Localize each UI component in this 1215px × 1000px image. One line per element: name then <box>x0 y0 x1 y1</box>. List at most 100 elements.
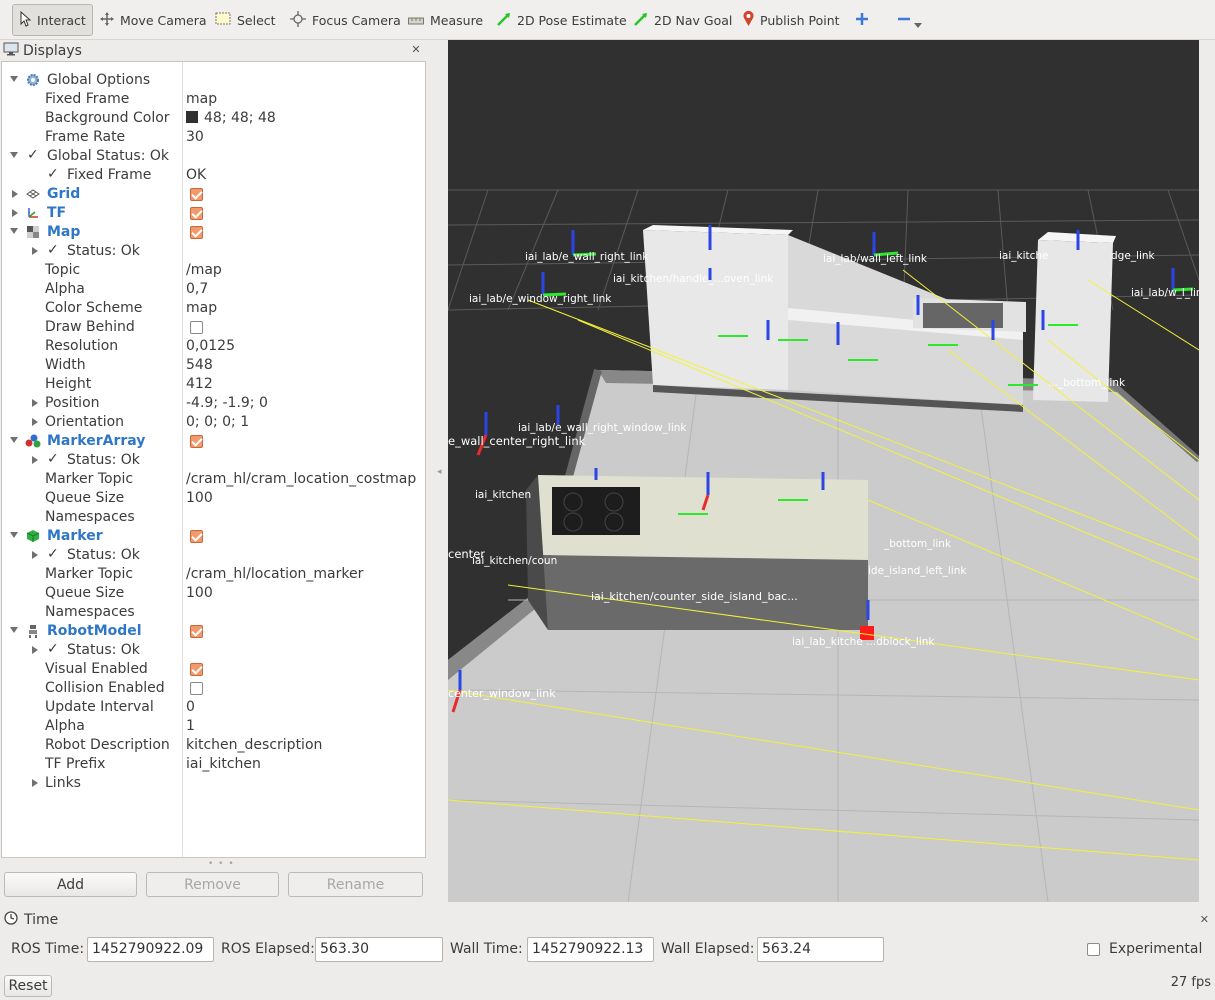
tree-value[interactable]: 48; 48; 48 <box>186 110 276 126</box>
tree-value[interactable]: kitchen_description <box>186 737 322 753</box>
tree-value[interactable]: iai_kitchen <box>186 756 261 772</box>
tree-row-marker[interactable]: Marker <box>2 527 425 546</box>
close-icon[interactable]: ✕ <box>1200 913 1209 926</box>
tree-row-orientation[interactable]: Orientation 0; 0; 0; 1 <box>2 413 425 432</box>
tree-row-links[interactable]: Links <box>2 774 425 793</box>
expand-arrow-icon[interactable] <box>32 456 38 464</box>
expand-arrow-icon[interactable] <box>12 190 18 198</box>
expand-arrow-icon[interactable] <box>10 152 18 158</box>
tree-value[interactable]: /cram_hl/location_marker <box>186 566 363 582</box>
ros-elapsed-field[interactable]: 563.30 <box>315 937 443 962</box>
tree-row-robot-description[interactable]: Robot Description kitchen_description <box>2 736 425 755</box>
tree-value[interactable]: 30 <box>186 129 204 145</box>
tree-row-map[interactable]: Map <box>2 223 425 242</box>
expand-arrow-icon[interactable] <box>32 247 38 255</box>
expand-arrow-icon[interactable] <box>10 532 18 538</box>
expand-arrow-icon[interactable] <box>10 437 18 443</box>
tree-row-background-color[interactable]: Background Color 48; 48; 48 <box>2 109 425 128</box>
tree-row-frame-rate[interactable]: Frame Rate 30 <box>2 128 425 147</box>
tree-row-map-status[interactable]: ✓ Status: Ok <box>2 242 425 261</box>
wall-elapsed-field[interactable]: 563.24 <box>757 937 884 962</box>
tree-value[interactable]: 0,7 <box>186 281 208 297</box>
grid-checkbox[interactable] <box>190 188 203 201</box>
tree-row-height[interactable]: Height 412 <box>2 375 425 394</box>
tree-row-alpha[interactable]: Alpha 0,7 <box>2 280 425 299</box>
expand-arrow-icon[interactable] <box>32 779 38 787</box>
tree-value[interactable]: map <box>186 300 217 316</box>
expand-arrow-icon[interactable] <box>12 209 18 217</box>
remove-tool-menu[interactable] <box>898 6 922 34</box>
expand-arrow-icon[interactable] <box>32 551 38 559</box>
expand-arrow-icon[interactable] <box>10 627 18 633</box>
tree-value[interactable]: 0 <box>186 699 195 715</box>
panel-collapse-handle[interactable]: ◂ <box>437 467 442 477</box>
tree-value[interactable]: 100 <box>186 490 213 506</box>
expand-arrow-icon[interactable] <box>10 228 18 234</box>
reset-button[interactable]: Reset <box>4 975 52 997</box>
tree-row-global-options[interactable]: Global Options <box>2 71 425 90</box>
tree-row-global-status[interactable]: ✓ Global Status: Ok <box>2 147 425 166</box>
expand-arrow-icon[interactable] <box>10 76 18 82</box>
ros-time-field[interactable]: 1452790922.09 <box>87 937 214 962</box>
tree-row-position[interactable]: Position -4.9; -1.9; 0 <box>2 394 425 413</box>
close-icon[interactable]: ✕ <box>410 44 422 56</box>
tree-row-robotmodel-status[interactable]: ✓ Status: Ok <box>2 641 425 660</box>
tree-row-queue-size[interactable]: Queue Size 100 <box>2 489 425 508</box>
draw-behind-checkbox[interactable] <box>190 321 203 334</box>
robotmodel-checkbox[interactable] <box>190 625 203 638</box>
rename-button[interactable]: Rename <box>288 872 423 897</box>
collision-enabled-checkbox[interactable] <box>190 682 203 695</box>
visual-enabled-checkbox[interactable] <box>190 663 203 676</box>
publish-point-tool[interactable]: Publish Point <box>743 6 840 34</box>
interact-tool[interactable]: Interact <box>12 4 93 36</box>
tf-checkbox[interactable] <box>190 207 203 220</box>
tree-row-markerarray[interactable]: MarkerArray <box>2 432 425 451</box>
tree-row-marker-topic[interactable]: Marker Topic /cram_hl/cram_location_cost… <box>2 470 425 489</box>
pose-estimate-tool[interactable]: 2D Pose Estimate <box>497 6 627 34</box>
tree-row-fixed-frame-status[interactable]: ✓ Fixed Frame OK <box>2 166 425 185</box>
markerarray-checkbox[interactable] <box>190 435 203 448</box>
remove-button[interactable]: Remove <box>146 872 279 897</box>
render-viewport[interactable]: iai_lab/e_wall_right_link iai_lab/wall_l… <box>448 40 1199 902</box>
splitter-handle[interactable]: • • • <box>208 859 235 869</box>
tree-row-tf[interactable]: TF <box>2 204 425 223</box>
tree-row-topic[interactable]: Topic /map <box>2 261 425 280</box>
tree-row-color-scheme[interactable]: Color Scheme map <box>2 299 425 318</box>
tree-row-namespaces[interactable]: Namespaces <box>2 508 425 527</box>
tree-row-width[interactable]: Width 548 <box>2 356 425 375</box>
expand-arrow-icon[interactable] <box>32 399 38 407</box>
tree-row-alpha-2[interactable]: Alpha 1 <box>2 717 425 736</box>
tree-row-queue-size-2[interactable]: Queue Size 100 <box>2 584 425 603</box>
tree-value[interactable]: /map <box>186 262 222 278</box>
tree-value[interactable]: 100 <box>186 585 213 601</box>
tree-row-tf-prefix[interactable]: TF Prefix iai_kitchen <box>2 755 425 774</box>
marker-checkbox[interactable] <box>190 530 203 543</box>
add-button[interactable]: Add <box>4 872 137 897</box>
tree-row-robotmodel[interactable]: RobotModel <box>2 622 425 641</box>
tree-row-visual-enabled[interactable]: Visual Enabled <box>2 660 425 679</box>
move-camera-tool[interactable]: Move Camera <box>100 6 207 34</box>
select-tool[interactable]: Select <box>215 6 276 34</box>
experimental-checkbox[interactable] <box>1087 943 1100 956</box>
tree-row-resolution[interactable]: Resolution 0,0125 <box>2 337 425 356</box>
focus-camera-tool[interactable]: Focus Camera <box>290 6 401 34</box>
add-tool-button[interactable] <box>856 6 868 34</box>
tree-row-update-interval[interactable]: Update Interval 0 <box>2 698 425 717</box>
tree-row-marker-status[interactable]: ✓ Status: Ok <box>2 546 425 565</box>
expand-arrow-icon[interactable] <box>32 418 38 426</box>
expand-arrow-icon[interactable] <box>32 646 38 654</box>
map-checkbox[interactable] <box>190 226 203 239</box>
tree-row-draw-behind[interactable]: Draw Behind <box>2 318 425 337</box>
tree-value[interactable]: 1 <box>186 718 195 734</box>
tree-row-markerarray-status[interactable]: ✓ Status: Ok <box>2 451 425 470</box>
tree-row-grid[interactable]: Grid <box>2 185 425 204</box>
wall-time-field[interactable]: 1452790922.13 <box>527 937 654 962</box>
tree-row-collision-enabled[interactable]: Collision Enabled <box>2 679 425 698</box>
tree-value[interactable]: /cram_hl/cram_location_costmap <box>186 471 416 487</box>
measure-tool[interactable]: Measure <box>408 6 483 34</box>
tree-row-marker-topic-2[interactable]: Marker Topic /cram_hl/location_marker <box>2 565 425 584</box>
tree-row-namespaces-2[interactable]: Namespaces <box>2 603 425 622</box>
tree-row-fixed-frame[interactable]: Fixed Frame map <box>2 90 425 109</box>
tree-value[interactable]: map <box>186 91 217 107</box>
nav-goal-tool[interactable]: 2D Nav Goal <box>634 6 732 34</box>
